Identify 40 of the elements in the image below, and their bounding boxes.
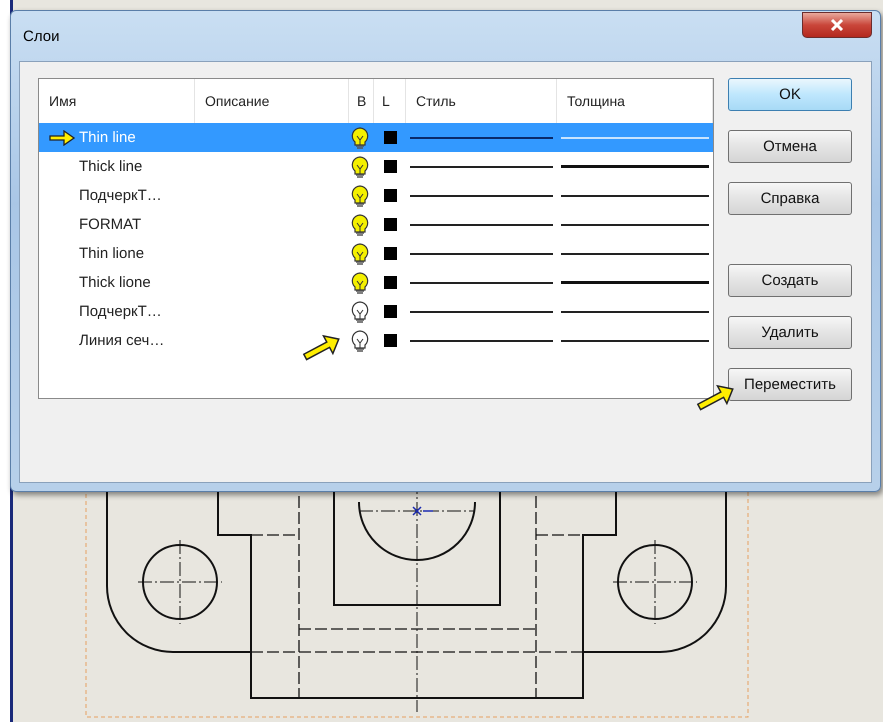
- close-icon: [830, 19, 844, 31]
- color-swatch[interactable]: [384, 276, 396, 289]
- layer-name: ПодчеркТ…: [78, 303, 162, 320]
- color-swatch[interactable]: [384, 218, 396, 231]
- layer-row[interactable]: FORMAT: [39, 210, 713, 239]
- color-swatch[interactable]: [384, 160, 396, 173]
- layer-row[interactable]: Thin lione: [39, 239, 713, 268]
- color-swatch[interactable]: [384, 305, 396, 318]
- light-bulb-icon[interactable]: [349, 242, 371, 266]
- layer-name: FORMAT: [78, 216, 142, 233]
- color-swatch[interactable]: [384, 131, 396, 144]
- close-button[interactable]: [802, 12, 872, 38]
- layer-name: Thick lione: [78, 274, 151, 291]
- layer-row[interactable]: Линия сеч…: [39, 326, 713, 355]
- layer-name: Thick line: [78, 158, 142, 175]
- light-bulb-icon[interactable]: [349, 126, 371, 150]
- layer-row[interactable]: ПодчеркТ…: [39, 181, 713, 210]
- layer-row[interactable]: Thick lione: [39, 268, 713, 297]
- layer-name: Thin lione: [78, 245, 144, 262]
- light-bulb-icon[interactable]: [349, 154, 371, 178]
- color-swatch[interactable]: [384, 334, 396, 347]
- light-bulb-icon[interactable]: [349, 212, 371, 236]
- light-bulb-icon[interactable]: [349, 300, 371, 324]
- light-bulb-icon[interactable]: [349, 270, 371, 294]
- layer-row[interactable]: ПодчеркТ…: [39, 297, 713, 326]
- dialog-button[interactable]: Удалить: [728, 316, 852, 349]
- layer-row[interactable]: Thick line: [39, 152, 713, 181]
- light-bulb-icon[interactable]: [349, 184, 371, 208]
- dialog-button[interactable]: Справка: [728, 182, 852, 215]
- window-title: Слои: [22, 28, 60, 44]
- layer-name: Линия сеч…: [78, 332, 164, 349]
- dialog-button[interactable]: Отмена: [728, 130, 852, 163]
- light-bulb-icon[interactable]: [349, 328, 371, 352]
- layer-name: ПодчеркТ…: [78, 187, 162, 204]
- color-swatch[interactable]: [384, 247, 396, 260]
- dialog-button[interactable]: OK: [728, 78, 852, 111]
- dialog-button[interactable]: Переместить: [728, 368, 852, 401]
- dialog-button[interactable]: Создать: [728, 264, 852, 297]
- layer-name: Thin line: [79, 129, 136, 146]
- color-swatch[interactable]: [384, 189, 396, 202]
